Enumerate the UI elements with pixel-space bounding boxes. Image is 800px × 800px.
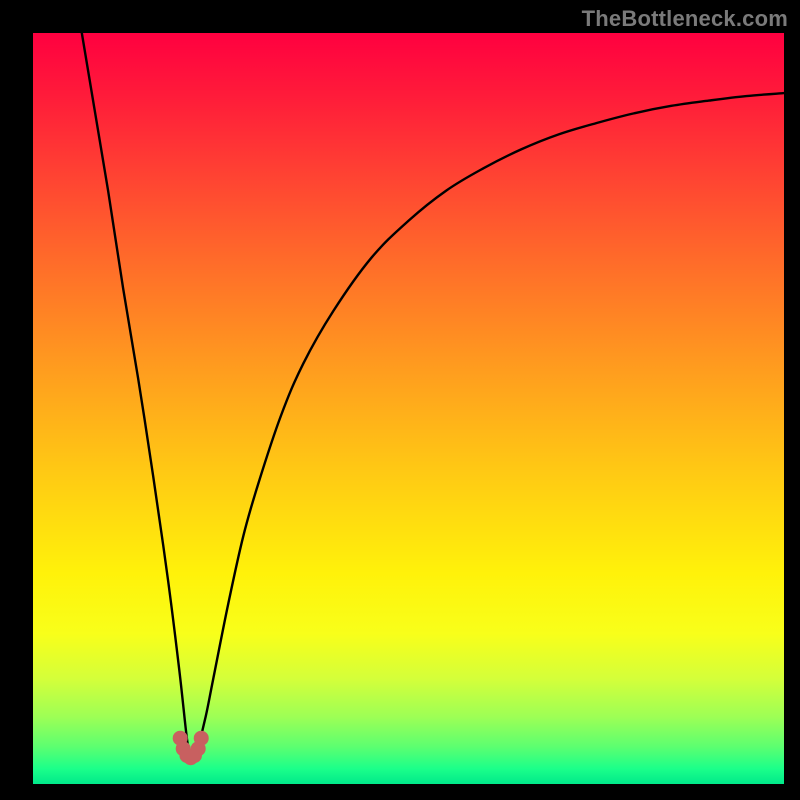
chart-frame: TheBottleneck.com (0, 0, 800, 800)
watermark-text: TheBottleneck.com (582, 6, 788, 32)
plot-area (33, 33, 784, 784)
bottleneck-curve (33, 33, 784, 784)
